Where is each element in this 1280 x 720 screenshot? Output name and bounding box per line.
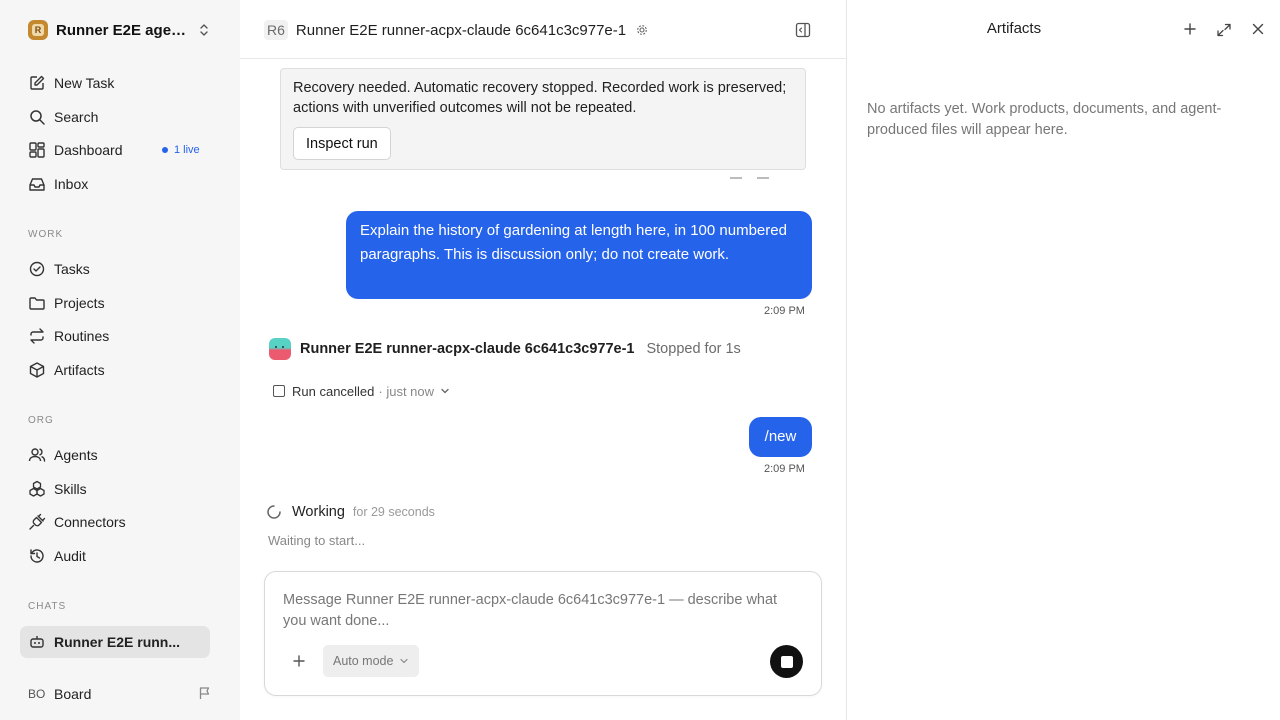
nav-routines[interactable]: Routines xyxy=(20,321,210,351)
nav-search[interactable]: Search xyxy=(20,102,210,132)
plus-icon[interactable] xyxy=(1183,22,1197,36)
workspace-switcher[interactable]: R Runner E2E agen... xyxy=(28,19,214,41)
sidebar: R Runner E2E agen... New Task Search Das… xyxy=(0,0,240,720)
chat-header: R6 Runner E2E runner-acpx-claude 6c641c3… xyxy=(264,18,648,42)
workspace-logo: R xyxy=(28,20,48,40)
nav-skills[interactable]: Skills xyxy=(20,474,210,504)
toggle-panel-icon[interactable] xyxy=(795,22,811,38)
stopped-square-icon xyxy=(273,385,285,397)
run-cancelled-row[interactable]: Run cancelled · just now xyxy=(273,382,450,400)
recovery-message: Recovery needed. Automatic recovery stop… xyxy=(293,80,787,116)
board-avatar: BO xyxy=(28,687,46,701)
box-icon xyxy=(29,362,45,378)
search-icon xyxy=(30,110,45,125)
gear-icon[interactable] xyxy=(636,24,648,36)
empty-state-text: No artifacts yet. Work products, documen… xyxy=(867,101,1222,138)
history-icon xyxy=(30,549,44,563)
message-timestamp: 2:09 PM xyxy=(764,463,805,475)
section-work: WORK xyxy=(28,229,64,240)
nav-agents[interactable]: Agents xyxy=(20,440,210,470)
agent-status: Stopped for 1s xyxy=(646,341,741,357)
expand-icon[interactable] xyxy=(1216,22,1232,38)
folder-icon xyxy=(29,297,45,310)
message-composer: Message Runner E2E runner-acpx-claude 6c… xyxy=(264,571,822,696)
agent-avatar xyxy=(269,338,291,360)
chevron-up-down-icon xyxy=(200,24,208,36)
partial-icon xyxy=(757,173,769,179)
artifacts-panel: Artifacts No artifacts yet. Work product… xyxy=(847,0,1280,720)
nav-artifacts[interactable]: Artifacts xyxy=(20,355,210,385)
section-org: ORG xyxy=(28,415,54,426)
waiting-text: Waiting to start... xyxy=(268,533,366,548)
bot-icon xyxy=(30,636,44,648)
inspect-run-button[interactable]: Inspect run xyxy=(293,127,391,160)
nav-new-task[interactable]: New Task xyxy=(20,68,210,98)
agent-header: Runner E2E runner-acpx-claude 6c641c3c97… xyxy=(269,338,741,360)
run-status-time: · just now xyxy=(378,383,435,399)
message-input[interactable]: Message Runner E2E runner-acpx-claude 6c… xyxy=(283,590,803,632)
plug-icon xyxy=(29,513,46,530)
nav-connectors[interactable]: Connectors xyxy=(20,507,210,537)
stop-button[interactable] xyxy=(770,645,803,678)
workspace-name: Runner E2E agen... xyxy=(56,21,192,39)
run-status-label: Run cancelled xyxy=(292,383,375,399)
recovery-banner: Recovery needed. Automatic recovery stop… xyxy=(280,68,806,170)
header-divider xyxy=(240,58,846,59)
live-badge: 1 live xyxy=(162,144,200,156)
chat-item-runner[interactable]: Runner E2E runn... xyxy=(20,626,210,658)
partial-icon xyxy=(730,173,742,179)
nav-projects[interactable]: Projects xyxy=(20,288,210,318)
edit-icon xyxy=(30,75,45,90)
plus-icon[interactable] xyxy=(291,653,307,669)
user-message: /new xyxy=(749,417,812,457)
mode-select[interactable]: Auto mode xyxy=(323,645,420,677)
flag-icon[interactable] xyxy=(198,686,212,700)
nav-audit[interactable]: Audit xyxy=(20,541,210,571)
board-label: Board xyxy=(54,686,92,702)
message-timestamp: 2:09 PM xyxy=(764,305,805,317)
spinner-icon xyxy=(267,505,281,519)
agent-badge: R6 xyxy=(264,20,288,40)
repeat-icon xyxy=(30,328,44,344)
boxes-icon xyxy=(29,480,45,497)
chevron-down-icon[interactable] xyxy=(440,386,450,396)
users-icon xyxy=(28,448,46,462)
live-dot xyxy=(162,147,168,153)
nav-inbox[interactable]: Inbox xyxy=(20,169,210,199)
working-indicator: Working for 29 seconds xyxy=(266,502,435,522)
page-title: Runner E2E runner-acpx-claude 6c641c3c97… xyxy=(295,21,627,39)
stop-icon xyxy=(780,655,793,668)
close-icon[interactable] xyxy=(1251,22,1265,36)
dashboard-icon xyxy=(29,142,45,158)
chevron-down-icon xyxy=(400,658,409,664)
board-user[interactable]: BO Board xyxy=(28,682,218,706)
working-duration: for 29 seconds xyxy=(352,505,435,519)
working-label: Working xyxy=(292,504,345,520)
inbox-icon xyxy=(29,178,45,191)
section-chats: CHATS xyxy=(28,601,67,612)
nav-tasks[interactable]: Tasks xyxy=(20,254,210,284)
check-circle-icon xyxy=(29,261,45,277)
panel-title: Artifacts xyxy=(986,20,1042,37)
user-message: Explain the history of gardening at leng… xyxy=(346,211,812,299)
mode-label: Auto mode xyxy=(333,654,394,668)
agent-name: Runner E2E runner-acpx-claude 6c641c3c97… xyxy=(300,341,635,357)
chat-pane: R6 Runner E2E runner-acpx-claude 6c641c3… xyxy=(240,0,846,720)
